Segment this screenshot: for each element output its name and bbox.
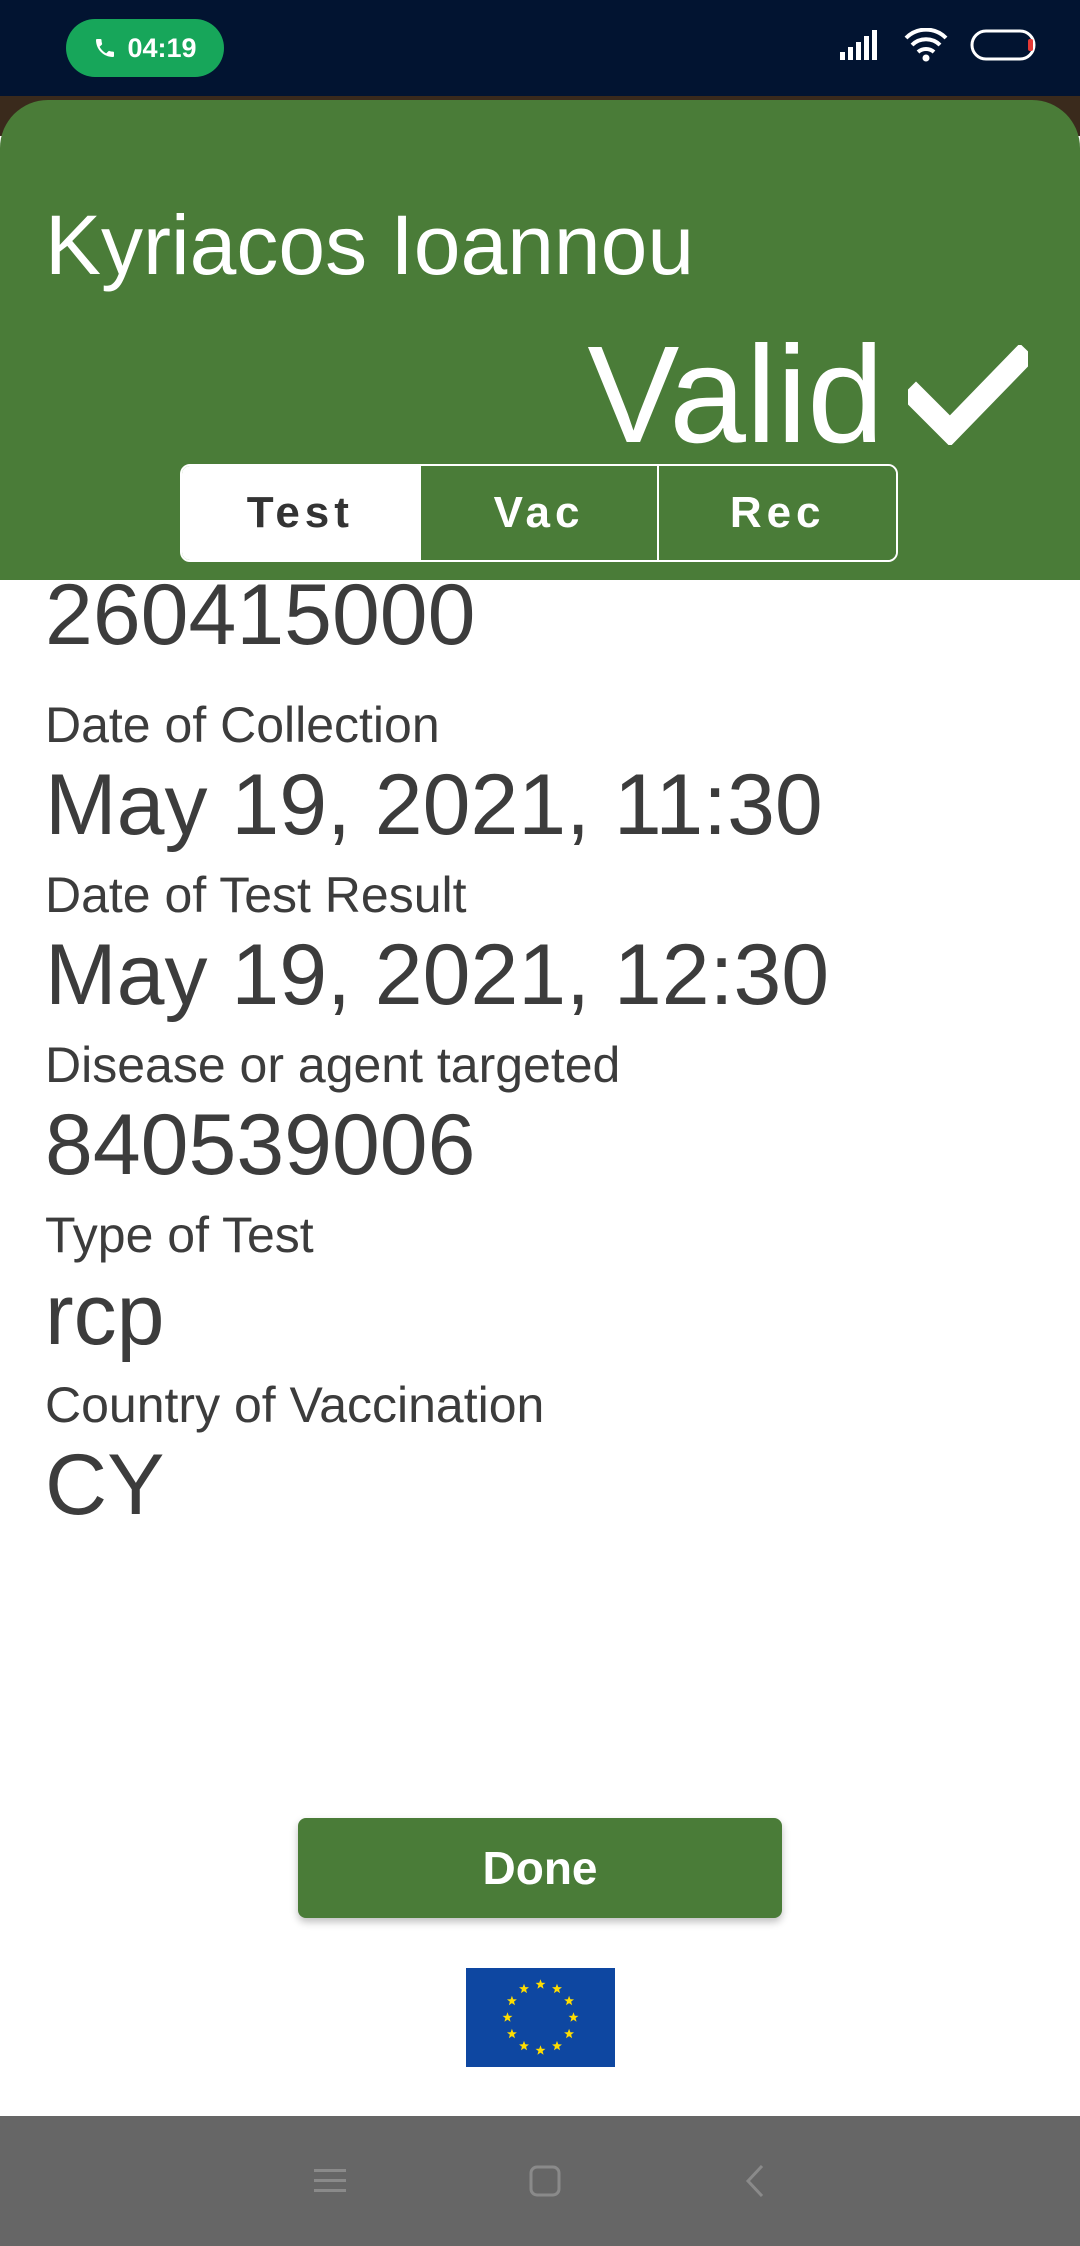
tab-test[interactable]: Test [182, 466, 419, 560]
field-label: Date of Collection [45, 697, 440, 753]
call-time: 04:19 [127, 32, 197, 63]
validity-status: Valid [587, 320, 1028, 470]
wifi-icon [904, 28, 948, 62]
certificate-details[interactable]: 260415000 Date of Collection May 19, 202… [45, 565, 1045, 1535]
status-bar: 04:19 [0, 0, 1080, 96]
eu-flag-icon [466, 1968, 615, 2067]
signal-icon [840, 30, 877, 60]
menu-icon[interactable] [312, 2166, 348, 2196]
field-value: May 19, 2021, 12:30 [45, 927, 830, 1023]
ongoing-call-pill[interactable]: 04:19 [66, 19, 224, 77]
home-icon[interactable] [528, 2164, 562, 2198]
battery-icon [970, 29, 1036, 61]
field-value: May 19, 2021, 11:30 [45, 757, 823, 853]
field-label: Country of Vaccination [45, 1377, 545, 1433]
field-value: rcp [45, 1267, 165, 1363]
status-icons [840, 28, 1040, 62]
field-value: 840539006 [45, 1097, 476, 1193]
certificate-tabs: Test Vac Rec [180, 464, 898, 562]
tab-vac[interactable]: Vac [418, 466, 658, 560]
field-label: Type of Test [45, 1207, 314, 1263]
back-icon[interactable] [742, 2163, 768, 2199]
field-value: CY [45, 1437, 165, 1533]
checkmark-icon [908, 345, 1028, 445]
tab-rec[interactable]: Rec [657, 466, 896, 560]
done-button[interactable]: Done [298, 1818, 782, 1918]
person-name: Kyriacos Ioannou [45, 198, 695, 292]
validity-label: Valid [587, 318, 884, 472]
phone-icon [96, 39, 115, 57]
field-label: Date of Test Result [45, 867, 467, 923]
system-nav-bar [0, 2116, 1080, 2246]
field-label: Disease or agent targeted [45, 1037, 621, 1093]
partial-field-value: 260415000 [45, 567, 476, 663]
